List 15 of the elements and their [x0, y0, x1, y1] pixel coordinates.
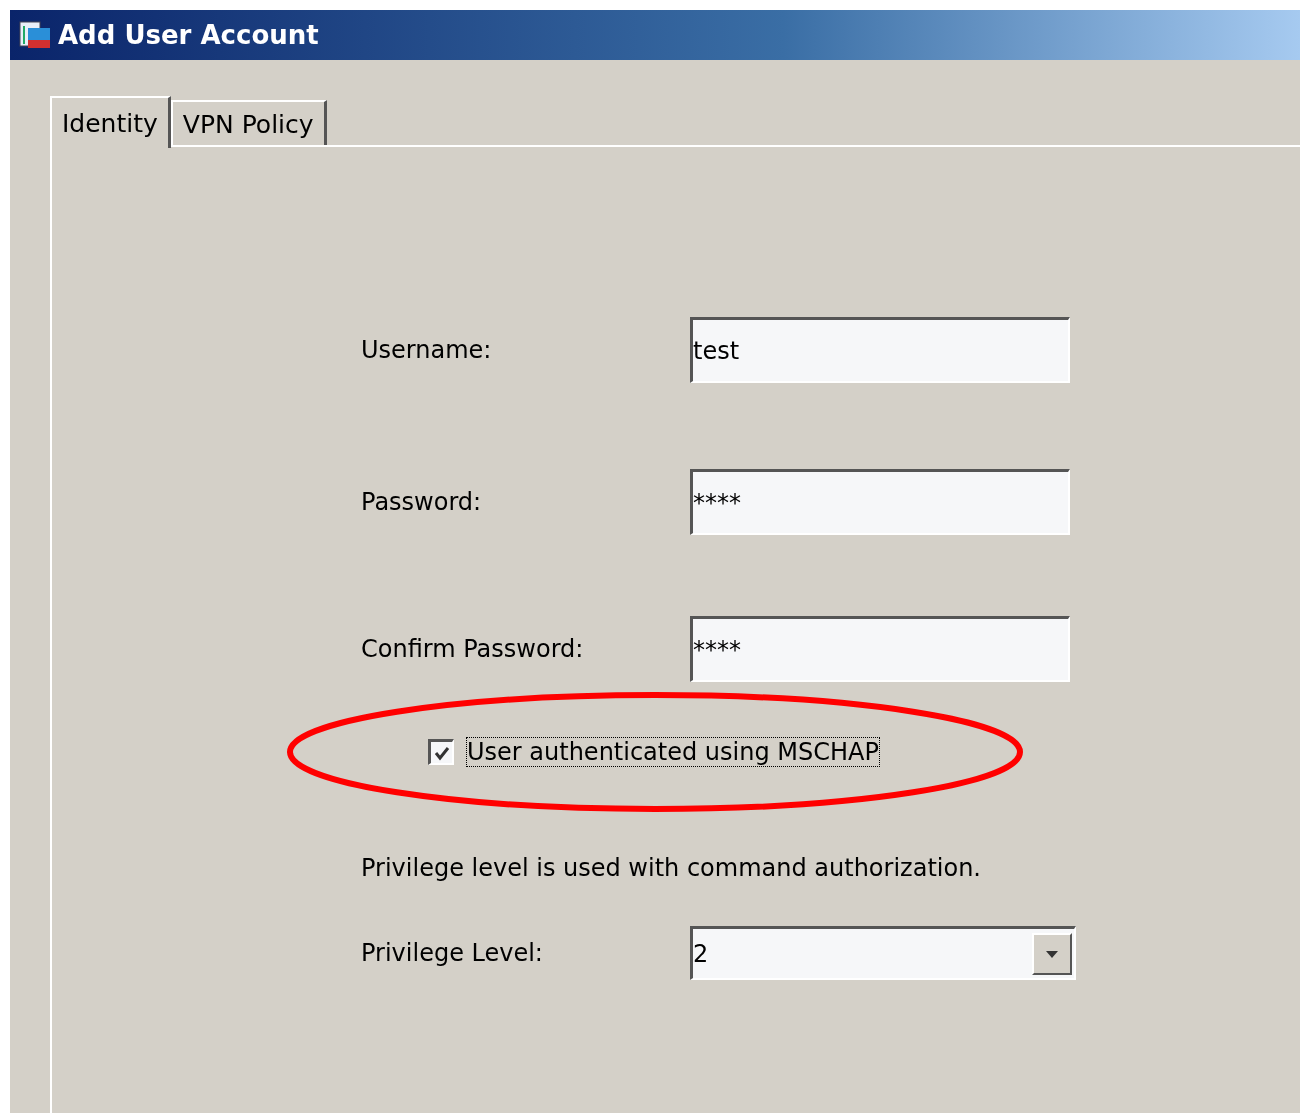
tab[interactable]: Identity: [50, 96, 171, 148]
field-label: Confirm Password:: [361, 635, 585, 663]
input-field[interactable]: test: [690, 317, 1070, 383]
input-field[interactable]: ****: [690, 616, 1070, 682]
window-title: Add User Account: [58, 20, 319, 50]
input-field[interactable]: ****: [690, 469, 1070, 535]
privilege-note: Privilege level is used with command authorization.: [361, 854, 982, 882]
checkbox[interactable]: [428, 739, 454, 765]
field-label: Privilege Level:: [361, 939, 544, 967]
app-icon: [18, 20, 52, 50]
tab[interactable]: VPN Policy: [170, 100, 327, 146]
checkbox-label[interactable]: User authenticated using MSCHAP: [466, 737, 880, 767]
privilege-dropdown[interactable]: 2: [690, 926, 1076, 980]
field-label: Username:: [361, 336, 493, 364]
field-label: Password:: [361, 488, 483, 516]
